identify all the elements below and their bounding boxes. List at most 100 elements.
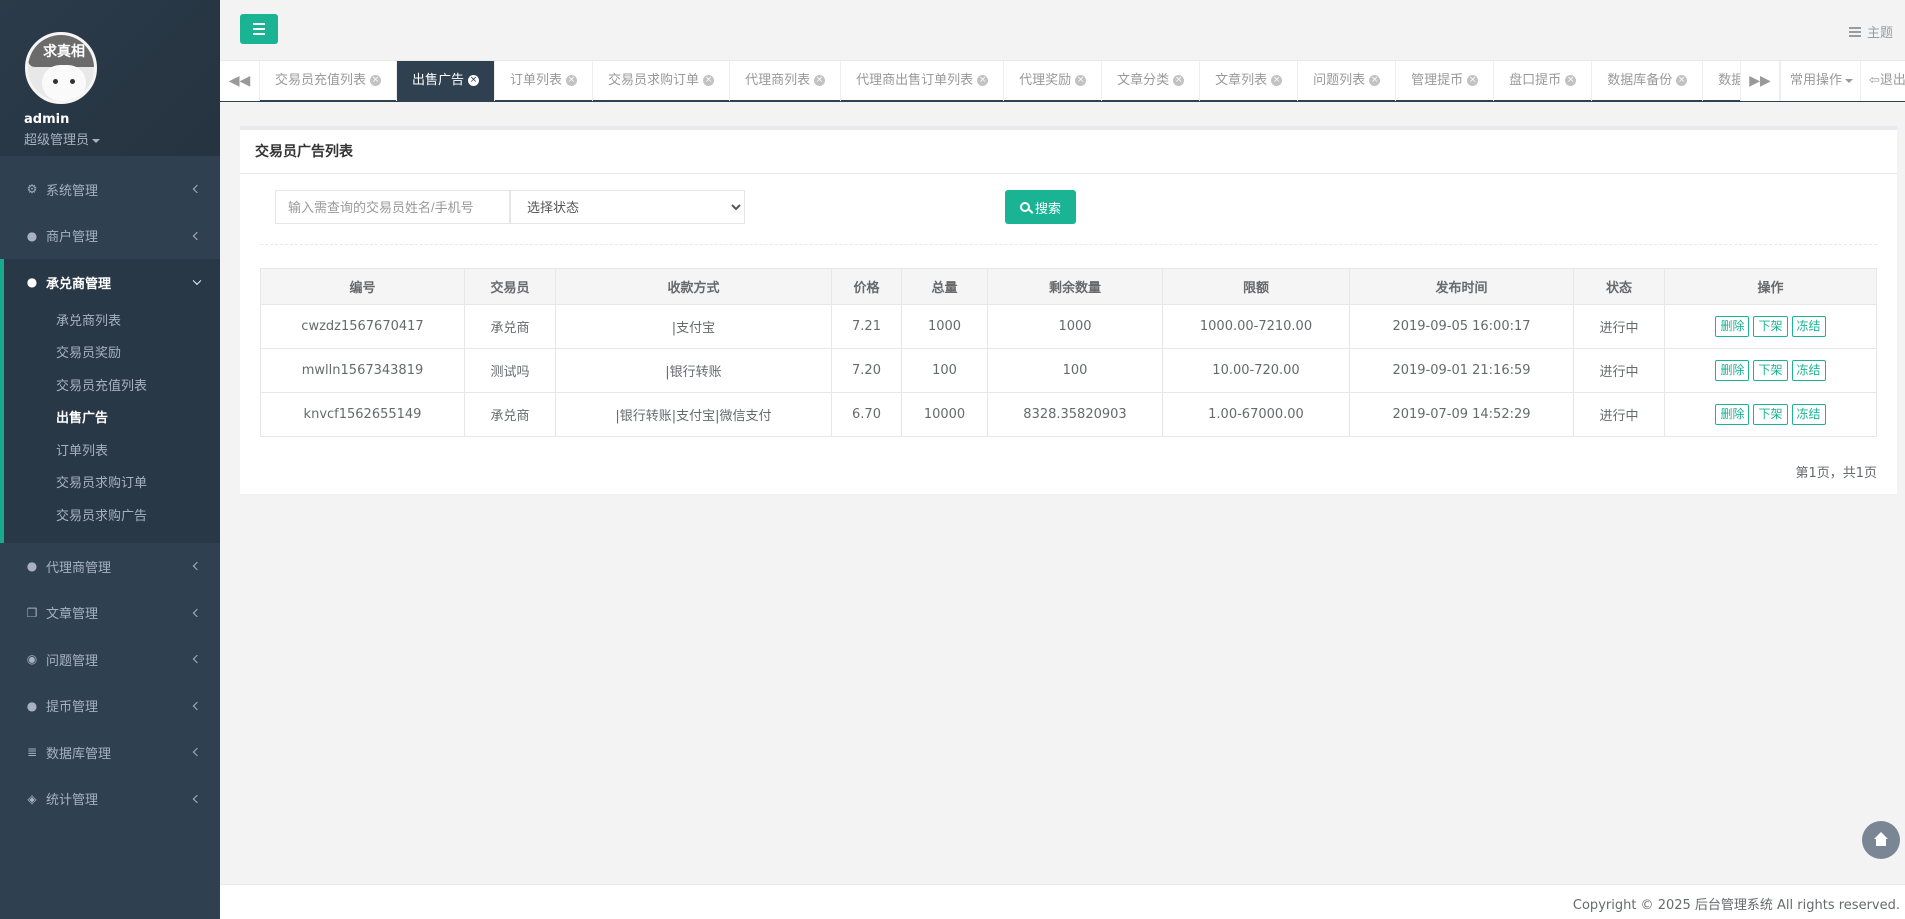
freeze-button[interactable]: 冻结 [1791,360,1826,381]
caret-down-icon [1845,78,1854,83]
tabs-next-button[interactable]: ▶▶ [1740,61,1780,101]
delete-button[interactable]: 删除 [1715,316,1750,337]
submenu-item[interactable]: 交易员充值列表 [4,371,220,404]
sidebar-item-merchant[interactable]: ● 商户管理 [0,213,220,260]
cell-actions: 删除 下架 冻结 [1664,392,1877,437]
close-icon[interactable]: × [1369,75,1381,86]
sidebar-item-stats[interactable]: ◈ 统计管理 [0,776,220,823]
close-icon[interactable]: × [1271,75,1283,86]
backward-icon: ◀◀ [228,73,251,89]
table-row: knvcf1562655149 承兑商 |银行转账|支付宝|微信支付 6.70 … [260,392,1877,437]
cell-limit: 1.00-67000.00 [1162,392,1350,437]
tab-item[interactable]: 数据库备份 × [1592,61,1704,101]
chevron-left-icon [192,562,202,571]
close-icon[interactable]: × [566,75,578,86]
sidebar-group-acceptor: ● 承兑商管理 承兑商列表 交易员奖励 交易员充值列表 出售广告 订单列表 交易员… [0,259,220,543]
delete-button[interactable]: 删除 [1715,404,1750,425]
common-actions-dropdown[interactable]: 常用操作 [1780,61,1860,101]
close-icon[interactable]: × [703,75,715,86]
user-icon: ● [26,228,38,243]
close-icon[interactable]: × [977,75,989,86]
tab-item[interactable]: 问题列表 × [1298,61,1397,101]
cell-status: 进行中 [1573,348,1665,393]
avatar[interactable]: 求真相 [25,32,97,104]
cell-remaining: 8328.35820903 [987,392,1163,437]
tabs-bar: ◀◀ 交易员充值列表 × 出售广告 × 订单列表 × 交易员求购订单 × 代理商列表 × … [220,60,1905,102]
profile-area: 求真相 admin 超级管理员 [0,0,220,156]
tab-item[interactable]: 交易员求购订单 × [593,61,731,101]
table-row: cwzdz1567670417 承兑商 |支付宝 7.21 1000 1000 … [260,304,1877,349]
column-header: 交易员 [464,268,556,305]
panel-title: 交易员广告列表 [240,130,1897,174]
submenu-item[interactable]: 交易员求购订单 [4,468,220,501]
cell-remaining: 1000 [987,304,1163,349]
tab-item[interactable]: 文章列表 × [1200,61,1299,101]
tab-item[interactable]: 代理商列表 × [730,61,842,101]
sidebar-item-database[interactable]: ≣ 数据库管理 [0,729,220,776]
cell-trader: 承兑商 [464,304,556,349]
theme-button[interactable]: 主题 [1848,22,1893,41]
close-icon[interactable]: × [814,75,826,86]
user-icon: ● [26,559,38,574]
table-row: mwlln1567343819 测试吗 |银行转账 7.20 100 100 1… [260,348,1877,393]
tab-item[interactable]: 文章分类 × [1102,61,1201,101]
submenu-item[interactable]: 承兑商列表 [4,306,220,339]
search-button[interactable]: 搜索 [1005,190,1076,224]
sidebar-nav: ⚙ 系统管理 ● 商户管理 ● 承兑商管理 承兑商列表 交易员奖励 交易员充值列表 出… [0,166,220,822]
delete-button[interactable]: 删除 [1715,360,1750,381]
submenu-item[interactable]: 交易员奖励 [4,338,220,371]
signout-icon: ⇦ [1869,73,1880,88]
cell-status: 进行中 [1573,304,1665,349]
freeze-button[interactable]: 冻结 [1791,404,1826,425]
cell-status: 进行中 [1573,392,1665,437]
tab-item[interactable]: 代理商出售订单列表 × [841,61,1005,101]
close-icon[interactable]: × [1676,75,1688,86]
sidebar-item-agent[interactable]: ● 代理商管理 [0,543,220,590]
theme-icon [1848,26,1861,37]
submenu-item[interactable]: 交易员求购广告 [4,501,220,534]
close-icon[interactable]: × [468,75,480,86]
cell-time: 2019-09-01 21:16:59 [1349,348,1574,393]
comment-icon: ◉ [26,652,38,667]
tab-item[interactable]: 订单列表 × [495,61,594,101]
cell-id: cwzdz1567670417 [260,304,465,349]
freeze-button[interactable]: 冻结 [1791,316,1826,337]
user-icon: ● [26,698,38,713]
cell-remaining: 100 [987,348,1163,393]
menu-toggle-button[interactable] [240,14,278,44]
cell-payment: |支付宝 [555,304,832,349]
unlist-button[interactable]: 下架 [1753,404,1788,425]
close-icon[interactable]: × [1173,75,1185,86]
role-dropdown[interactable]: 超级管理员 [24,129,220,148]
sidebar-item-acceptor[interactable]: ● 承兑商管理 [4,259,220,306]
home-button[interactable] [1862,821,1900,859]
submenu-item-current[interactable]: 出售广告 [4,403,220,436]
submenu-item[interactable]: 订单列表 [4,436,220,469]
close-icon[interactable]: × [1565,75,1577,86]
cell-price: 7.20 [831,348,902,393]
cell-total: 10000 [901,392,988,437]
tab-item[interactable]: 管理提币 × [1396,61,1495,101]
chevron-left-icon [192,701,202,710]
column-header: 剩余数量 [987,268,1163,305]
tab-item[interactable]: 代理奖励 × [1004,61,1103,101]
close-icon[interactable]: × [1075,75,1087,86]
tabs-prev-button[interactable]: ◀◀ [220,61,260,101]
close-icon[interactable]: × [370,75,382,86]
database-icon: ≣ [26,745,38,760]
search-input[interactable] [275,190,510,224]
logout-button[interactable]: ⇦退出 [1860,61,1905,101]
sidebar-item-article[interactable]: ❐ 文章管理 [0,590,220,637]
status-select[interactable]: 选择状态 [510,190,745,224]
unlist-button[interactable]: 下架 [1753,316,1788,337]
sidebar-item-system[interactable]: ⚙ 系统管理 [0,166,220,213]
close-icon[interactable]: × [1467,75,1479,86]
tab-item[interactable]: 盘口提币 × [1494,61,1593,101]
tab-item-active[interactable]: 出售广告 × [397,61,496,101]
sidebar-item-question[interactable]: ◉ 问题管理 [0,636,220,683]
cell-limit: 1000.00-7210.00 [1162,304,1350,349]
sidebar-item-withdraw[interactable]: ● 提币管理 [0,683,220,730]
unlist-button[interactable]: 下架 [1753,360,1788,381]
tab-item[interactable]: 交易员充值列表 × [260,61,398,101]
cell-actions: 删除 下架 冻结 [1664,348,1877,393]
